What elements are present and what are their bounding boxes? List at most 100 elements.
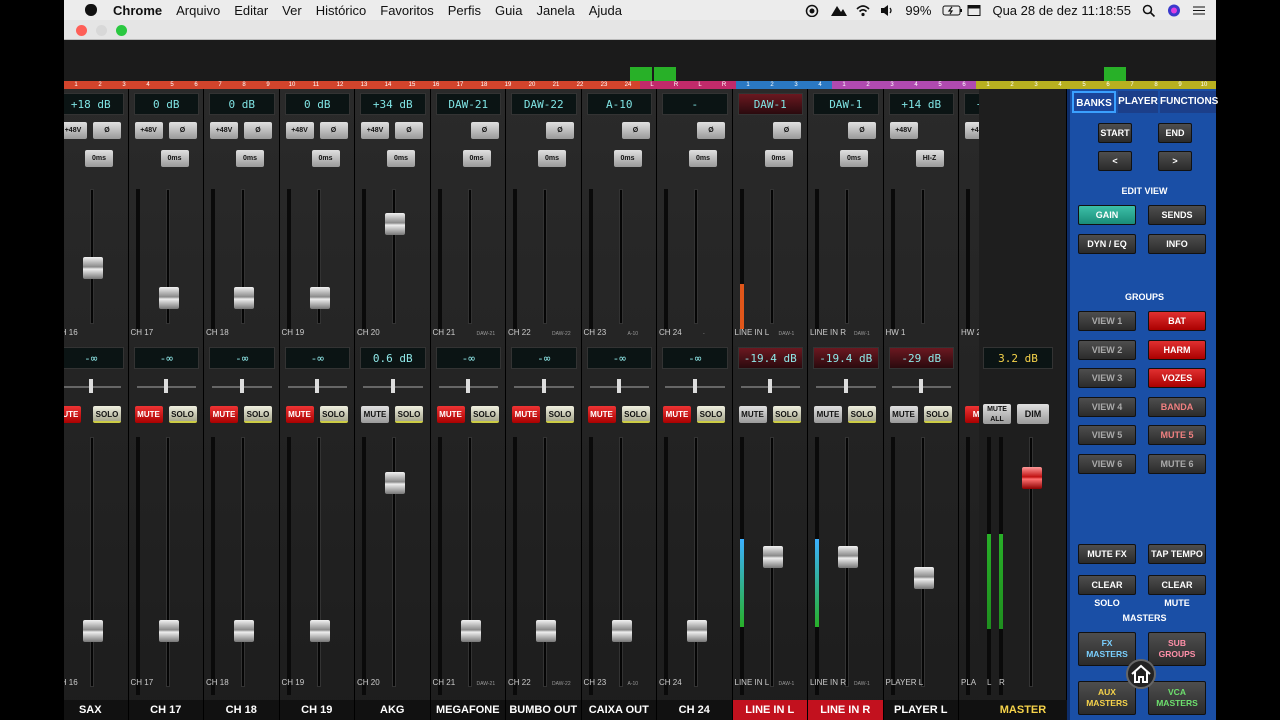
volume-fader-track[interactable]	[467, 437, 472, 687]
clear-solo-button[interactable]: CLEAR SOLO	[1078, 575, 1136, 608]
volume-fader-cap[interactable]	[838, 546, 858, 568]
dim-button[interactable]: DIM	[1017, 404, 1049, 424]
pan-knob[interactable]	[390, 379, 395, 393]
level-display[interactable]: -∞	[586, 347, 652, 369]
menubar-clock[interactable]: Qua 28 de dez 11:18:55	[992, 3, 1131, 18]
level-display[interactable]: -∞	[209, 347, 275, 369]
mute-fx-button[interactable]: MUTE FX	[1078, 544, 1136, 564]
master-name[interactable]: MASTER	[979, 700, 1067, 720]
vca-masters-button[interactable]: VCA MASTERS	[1148, 681, 1206, 715]
mute-button[interactable]: MUTE	[285, 406, 314, 423]
delay-button[interactable]: 0ms	[160, 150, 189, 167]
volume-fader-track[interactable]	[241, 437, 245, 687]
tab-banks[interactable]: BANKS	[1072, 91, 1116, 113]
pan-knob[interactable]	[315, 379, 320, 393]
close-window-icon[interactable]	[76, 25, 87, 36]
solo-button[interactable]: SOLO	[923, 406, 952, 423]
info-view-button[interactable]: INFO	[1148, 234, 1206, 254]
record-status-icon[interactable]	[805, 4, 819, 17]
phantom-power-button[interactable]: +48V	[889, 122, 918, 139]
level-display[interactable]: -∞	[133, 347, 199, 369]
gain-display[interactable]: +34 dB	[360, 93, 426, 115]
channel-name[interactable]: CAIXA OUT	[581, 700, 656, 720]
group-button-5[interactable]: MUTE 5	[1148, 425, 1206, 445]
mute-button[interactable]: MUTE	[663, 406, 691, 423]
gain-fader-track[interactable]	[392, 189, 396, 324]
solo-button[interactable]: SOLO	[772, 406, 801, 423]
delay-button[interactable]: 0ms	[387, 150, 415, 167]
phase-invert-button[interactable]: Ø	[546, 122, 574, 139]
delay-button[interactable]: 0ms	[462, 150, 491, 167]
menu-favoritos[interactable]: Favoritos	[373, 3, 440, 18]
menu-guia[interactable]: Guia	[488, 3, 529, 18]
pan-knob[interactable]	[541, 379, 546, 393]
solo-button[interactable]: SOLO	[848, 406, 876, 423]
volume-fader-cap[interactable]	[536, 620, 556, 642]
pan-knob[interactable]	[768, 379, 773, 393]
channel-name[interactable]: CH 19	[279, 700, 354, 720]
group-button-6[interactable]: MUTE 6	[1148, 453, 1206, 474]
delay-button[interactable]: 0ms	[311, 150, 340, 167]
phase-invert-button[interactable]: Ø	[470, 122, 499, 139]
next-bank-button[interactable]: >	[1158, 151, 1192, 171]
delay-button[interactable]: 0ms	[764, 150, 793, 167]
gain-fader-cap[interactable]	[385, 213, 405, 235]
delay-button[interactable]: HI-Z	[915, 150, 944, 167]
gain-display[interactable]: DAW-1	[813, 93, 879, 115]
gain-fader-track[interactable]	[845, 189, 849, 324]
wifi-icon[interactable]	[855, 4, 870, 17]
mountain-status-icon[interactable]	[830, 4, 848, 17]
spotlight-search-icon[interactable]	[1142, 4, 1156, 17]
volume-fader-cap[interactable]	[913, 567, 934, 589]
view-6-button[interactable]: VIEW 6	[1078, 453, 1136, 474]
volume-fader-cap[interactable]	[83, 620, 103, 642]
channel-name[interactable]: SAX	[64, 700, 128, 720]
level-display[interactable]: -∞	[284, 347, 350, 369]
gain-display[interactable]: DAW-1	[737, 93, 803, 115]
pan-knob[interactable]	[843, 379, 848, 393]
delay-button[interactable]: 0ms	[840, 150, 868, 167]
phase-invert-button[interactable]: Ø	[621, 122, 650, 139]
tab-functions[interactable]: FUNCTIONS	[1160, 91, 1218, 113]
dyn-eq-view-button[interactable]: DYN / EQ	[1078, 234, 1136, 254]
sends-view-button[interactable]: SENDS	[1148, 205, 1206, 225]
volume-fader-track[interactable]	[543, 437, 547, 687]
zoom-window-icon[interactable]	[116, 25, 127, 36]
level-display[interactable]: -19.4 dB	[737, 347, 803, 369]
phase-invert-button[interactable]: Ø	[93, 122, 121, 139]
end-button[interactable]: END	[1158, 123, 1192, 143]
volume-fader-cap[interactable]	[385, 472, 405, 494]
level-display[interactable]: -29 dB	[888, 347, 954, 369]
gain-fader-cap[interactable]	[83, 257, 103, 279]
phase-invert-button[interactable]: Ø	[848, 122, 876, 139]
gain-display[interactable]: 0 dB	[209, 93, 275, 115]
volume-fader-track[interactable]	[316, 437, 321, 687]
sub-groups-button[interactable]: SUB GROUPS	[1148, 632, 1206, 666]
mute-all-button[interactable]: MUTE ALL	[983, 404, 1011, 424]
pan-knob[interactable]	[88, 379, 93, 393]
solo-button[interactable]: SOLO	[168, 406, 197, 423]
mute-button[interactable]: MUTE	[738, 406, 767, 423]
menu-editar[interactable]: Editar	[227, 3, 275, 18]
view-2-button[interactable]: VIEW 2	[1078, 339, 1136, 360]
pan-knob[interactable]	[617, 379, 622, 393]
mute-button[interactable]: MUTE	[512, 406, 540, 423]
gain-fader-cap[interactable]	[158, 287, 179, 309]
volume-fader-cap[interactable]	[234, 620, 254, 642]
mute-button[interactable]: MUTE	[436, 406, 465, 423]
level-display[interactable]: 0.6 dB	[360, 347, 426, 369]
calendar-icon[interactable]	[967, 4, 981, 17]
view-5-button[interactable]: VIEW 5	[1078, 425, 1136, 445]
menu-arquivo[interactable]: Arquivo	[169, 3, 227, 18]
channel-name[interactable]: CH 24	[657, 700, 732, 720]
solo-button[interactable]: SOLO	[470, 406, 499, 423]
solo-button[interactable]: SOLO	[621, 406, 650, 423]
gain-fader-cap[interactable]	[234, 287, 254, 309]
group-button-4[interactable]: BANDA	[1148, 396, 1206, 417]
group-button-2[interactable]: HARM	[1148, 339, 1206, 360]
solo-button[interactable]: SOLO	[546, 406, 574, 423]
volume-fader-cap[interactable]	[460, 620, 481, 642]
level-display[interactable]: -19.4 dB	[813, 347, 879, 369]
menu-historico[interactable]: Histórico	[309, 3, 374, 18]
clear-mute-button[interactable]: CLEAR MUTE	[1148, 575, 1206, 608]
